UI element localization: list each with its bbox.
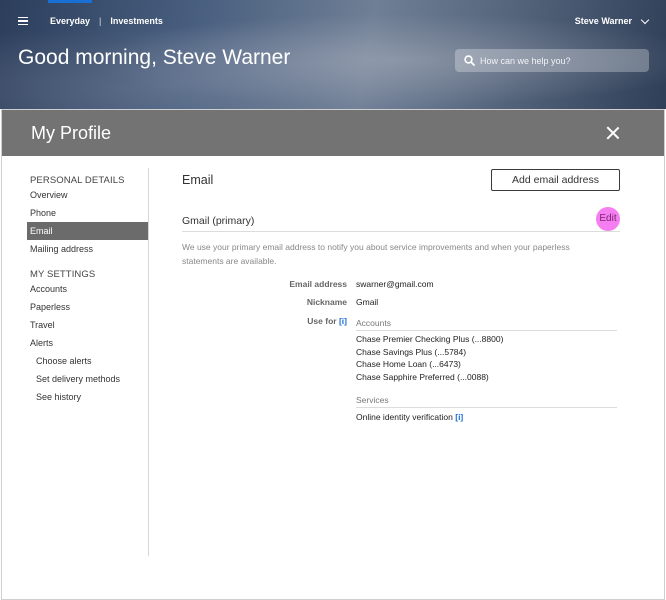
edit-button[interactable]: Edit <box>596 206 620 231</box>
nav-investments-link[interactable]: Investments <box>110 16 163 26</box>
search-box[interactable] <box>455 49 649 72</box>
modal-header: My Profile <box>2 110 664 156</box>
sidebar-item-email[interactable]: Email <box>27 222 148 240</box>
close-icon[interactable] <box>606 126 620 140</box>
service-item-label: Online identity verification <box>356 412 453 422</box>
account-item: Chase Premier Checking Plus (...8800) <box>356 334 504 344</box>
use-for-text: Use for <box>307 316 337 326</box>
top-nav: Everyday | Investments Steve Warner <box>18 14 650 28</box>
user-name: Steve Warner <box>574 16 632 26</box>
sidebar-item-choose-alerts[interactable]: Choose alerts <box>2 352 148 370</box>
email-header-row: Email Add email address <box>182 168 620 192</box>
brand-accent-bar <box>48 0 92 3</box>
nickname-label: Nickname <box>306 297 347 307</box>
sidebar-item-overview[interactable]: Overview <box>2 186 148 204</box>
personal-details-heading: PERSONAL DETAILS <box>30 175 125 186</box>
sidebar-item-mailing-address[interactable]: Mailing address <box>2 240 148 258</box>
nav-everyday-link[interactable]: Everyday <box>50 16 90 26</box>
my-settings-heading: MY SETTINGS <box>30 269 96 280</box>
sidebar-item-phone[interactable]: Phone <box>2 204 148 222</box>
nav-separator: | <box>99 16 102 26</box>
sidebar-item-travel[interactable]: Travel <box>2 316 148 334</box>
sidebar-item-alerts[interactable]: Alerts <box>2 334 148 352</box>
nickname-value: Gmail <box>356 297 379 307</box>
profile-sidebar: PERSONAL DETAILS Overview Phone Email Ma… <box>2 168 149 556</box>
primary-email-row: Gmail (primary) Edit <box>182 206 620 232</box>
email-description: We use your primary email address to not… <box>182 242 570 266</box>
greeting-title: Good morning, Steve Warner <box>18 46 291 69</box>
sidebar-item-paperless[interactable]: Paperless <box>2 298 148 316</box>
sidebar-item-see-history[interactable]: See history <box>2 388 148 406</box>
profile-modal: My Profile PERSONAL DETAILS Overview Pho… <box>1 109 665 600</box>
user-menu[interactable]: Steve Warner <box>574 15 650 26</box>
hamburger-icon[interactable] <box>18 16 28 26</box>
primary-email-title: Gmail (primary) <box>182 214 255 227</box>
use-for-label: Use for [i] <box>182 316 347 326</box>
email-panel: Email Add email address Gmail (primary) … <box>182 168 620 422</box>
email-address-label: Email address <box>289 279 347 289</box>
email-heading: Email <box>182 173 214 187</box>
info-icon[interactable]: [i] <box>455 412 463 422</box>
info-icon[interactable]: [i] <box>339 316 347 326</box>
search-icon <box>464 55 475 66</box>
chevron-down-icon <box>640 15 650 24</box>
accounts-group-heading: Accounts <box>356 318 617 331</box>
account-item: Chase Home Loan (...6473) <box>356 359 461 369</box>
email-address-value: swarner@gmail.com <box>356 279 434 289</box>
services-group-heading: Services <box>356 395 617 408</box>
add-email-button[interactable]: Add email address <box>491 169 620 191</box>
sidebar-item-accounts[interactable]: Accounts <box>2 280 148 298</box>
sidebar-item-set-delivery-methods[interactable]: Set delivery methods <box>2 370 148 388</box>
hero-banner: Everyday | Investments Steve Warner Good… <box>0 0 666 109</box>
modal-title: My Profile <box>31 122 112 143</box>
account-item: Chase Sapphire Preferred (...0088) <box>356 371 489 382</box>
search-input[interactable] <box>480 55 640 66</box>
account-item: Chase Savings Plus (...5784) <box>356 346 467 357</box>
service-item: Online identity verification [i] <box>356 411 463 424</box>
